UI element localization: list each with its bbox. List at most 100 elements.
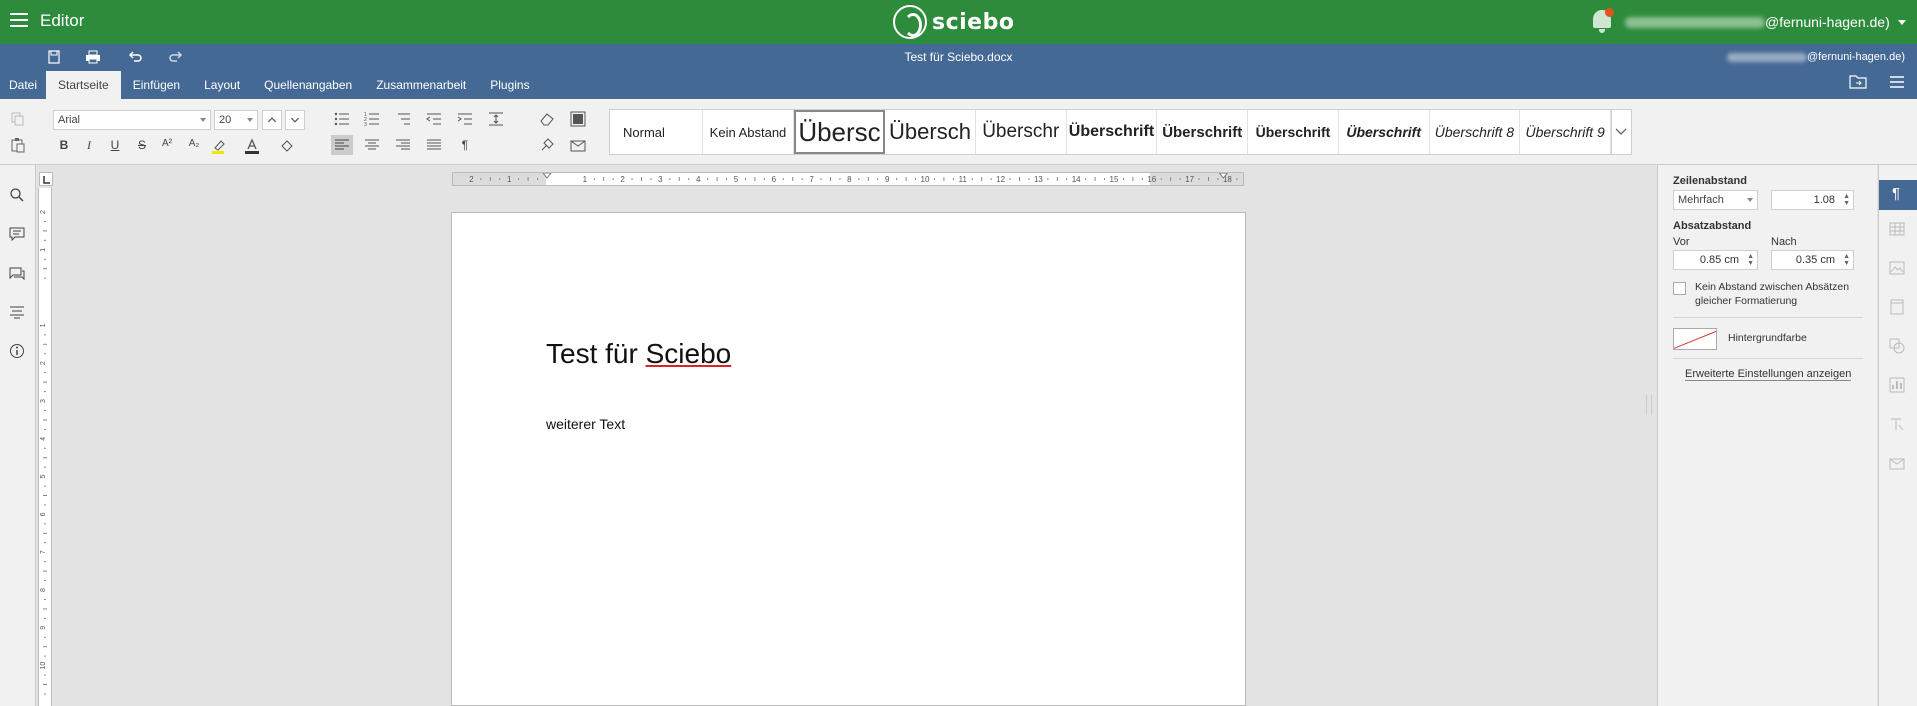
ruler-label: 6 (40, 512, 47, 516)
app-title: Editor (40, 11, 85, 30)
paragraph-mark-button[interactable]: ¶ (457, 138, 473, 152)
style-heading-3[interactable]: Überschr (976, 110, 1067, 154)
strikethrough-button[interactable]: S (134, 138, 150, 152)
style-heading-5[interactable]: Überschrift (1157, 110, 1249, 154)
italic-button[interactable]: I (81, 138, 97, 153)
multilevel-list-icon[interactable] (395, 111, 411, 127)
tab-startseite[interactable]: Startseite (46, 71, 121, 99)
paste-icon[interactable] (10, 137, 26, 153)
line-spacing-icon[interactable] (488, 111, 504, 127)
mail-merge-icon[interactable] (570, 137, 586, 153)
eraser-icon[interactable] (539, 111, 555, 127)
tab-zusammenarbeit[interactable]: Zusammenarbeit (364, 71, 478, 99)
spinner-arrows-icon[interactable]: ▲ ▼ (1747, 253, 1754, 267)
ruler-label: 11 (959, 175, 968, 184)
misspelled-word[interactable]: Sciebo (646, 338, 732, 369)
ruler-label: 3 (40, 399, 47, 403)
left-indent-marker[interactable] (542, 173, 552, 179)
mail-merge-settings-icon[interactable] (1889, 455, 1905, 471)
line-spacing-value-input[interactable]: 1.08 ▲ ▼ (1771, 190, 1854, 210)
ribbon-tabs: Datei Startseite Einfügen Layout Quellen… (0, 71, 542, 99)
superscript-button[interactable]: A² (159, 138, 175, 149)
font-size-select[interactable]: 20 (214, 110, 258, 130)
style-normal[interactable]: Normal (610, 110, 704, 154)
font-color-icon[interactable] (244, 138, 260, 154)
style-heading-2[interactable]: Übersch (885, 110, 976, 154)
style-heading-1[interactable]: Übersc (793, 110, 886, 154)
increase-indent-icon[interactable] (457, 111, 473, 127)
advanced-settings-link[interactable]: Erweiterte Einstellungen anzeigen (1685, 368, 1852, 381)
header-footer-icon[interactable] (1889, 299, 1905, 315)
chat-icon[interactable] (9, 265, 25, 281)
document-heading[interactable]: Test für Sciebo (546, 338, 731, 370)
align-justify-icon[interactable] (426, 137, 442, 153)
document-user: @fernuni-hagen.de) (1726, 51, 1905, 63)
copy-style-icon[interactable] (539, 137, 555, 153)
numbered-list-icon[interactable]: 123 (364, 111, 380, 127)
menu-icon[interactable] (10, 13, 28, 27)
navigation-icon[interactable] (9, 304, 25, 320)
comments-icon[interactable] (9, 226, 25, 242)
paragraph-settings-tab[interactable]: ¶ (1879, 180, 1917, 210)
line-spacing-mode-select[interactable]: Mehrfach (1673, 190, 1758, 210)
clear-style-icon[interactable] (279, 138, 295, 154)
no-spacing-checkbox[interactable] (1673, 282, 1686, 295)
open-file-location-icon[interactable] (1849, 74, 1867, 90)
bullet-list-icon[interactable] (334, 111, 350, 127)
notifications-bell-icon[interactable] (1590, 6, 1614, 34)
style-heading-7[interactable]: Überschrift (1339, 110, 1430, 154)
styles-expand-button[interactable] (1612, 109, 1632, 155)
account-menu[interactable]: @fernuni-hagen.de) (1625, 14, 1906, 30)
image-settings-icon[interactable] (1889, 260, 1905, 276)
hamburger-menu-icon[interactable] (1889, 76, 1905, 88)
highlight-color-icon[interactable] (211, 138, 227, 154)
tab-datei[interactable]: Datei (0, 71, 46, 99)
spinner-arrows-icon[interactable]: ▲ ▼ (1843, 193, 1850, 207)
align-center-icon[interactable] (364, 137, 380, 153)
bold-button[interactable]: B (56, 138, 72, 152)
style-heading-6[interactable]: Überschrift (1248, 110, 1339, 154)
tab-einfuegen[interactable]: Einfügen (121, 71, 192, 99)
ruler-label: 4 (696, 175, 701, 184)
tab-plugins[interactable]: Plugins (478, 71, 541, 99)
style-heading-8[interactable]: Überschrift 8 (1430, 110, 1521, 154)
font-name-select[interactable]: Arial (53, 110, 211, 130)
align-right-icon[interactable] (395, 137, 411, 153)
background-color-picker[interactable] (1673, 328, 1717, 350)
spacing-after-input[interactable]: 0.35 cm ▲ ▼ (1771, 250, 1854, 270)
decrease-font-button[interactable] (285, 110, 305, 130)
spinner-arrows-icon[interactable]: ▲ ▼ (1843, 253, 1850, 267)
scrollbar-thumb[interactable] (1646, 395, 1652, 415)
subscript-button[interactable]: A₂ (186, 138, 202, 149)
ruler-label: 9 (885, 175, 890, 184)
document-paragraph[interactable]: weiterer Text (546, 416, 625, 432)
document-page[interactable]: Test für Sciebo weiterer Text (451, 212, 1246, 706)
align-left-button[interactable] (331, 135, 353, 155)
spacing-before-input[interactable]: 0.85 cm ▲ ▼ (1673, 250, 1758, 270)
style-heading-4[interactable]: Überschrift (1067, 110, 1158, 154)
decrease-indent-icon[interactable] (426, 111, 442, 127)
underline-button[interactable]: U (107, 138, 123, 152)
ruler-label: 1 (507, 175, 512, 184)
style-heading-9[interactable]: Überschrift 9 (1520, 110, 1612, 154)
vertical-ruler[interactable]: 2 1 1 2 3 4 5 6 7 8 9 10 (38, 188, 52, 706)
document-scrollbar[interactable] (1643, 165, 1656, 625)
sciebo-logo[interactable]: sciebo (893, 4, 1014, 40)
chart-settings-icon[interactable] (1889, 377, 1905, 393)
info-icon[interactable] (9, 343, 25, 359)
increase-font-button[interactable] (262, 110, 282, 130)
shape-settings-icon[interactable] (1889, 338, 1905, 354)
horizontal-ruler[interactable]: 2 1 1 2 3 4 5 6 7 8 9 10 11 12 13 14 15 16 17 18 (452, 172, 1244, 186)
table-settings-icon[interactable] (1889, 221, 1905, 237)
svg-text:3: 3 (364, 122, 367, 127)
ruler-label: 3 (658, 175, 663, 184)
search-icon[interactable] (9, 187, 25, 203)
shading-icon[interactable] (570, 111, 586, 127)
copy-icon[interactable] (10, 111, 26, 127)
style-kein-abstand[interactable]: Kein Abstand (703, 110, 794, 154)
tab-layout[interactable]: Layout (192, 71, 252, 99)
document-user-suffix: @fernuni-hagen.de) (1806, 51, 1905, 63)
tab-quellenangaben[interactable]: Quellenangaben (252, 71, 364, 99)
tab-stop-selector[interactable] (39, 172, 53, 186)
text-art-icon[interactable] (1889, 416, 1905, 432)
